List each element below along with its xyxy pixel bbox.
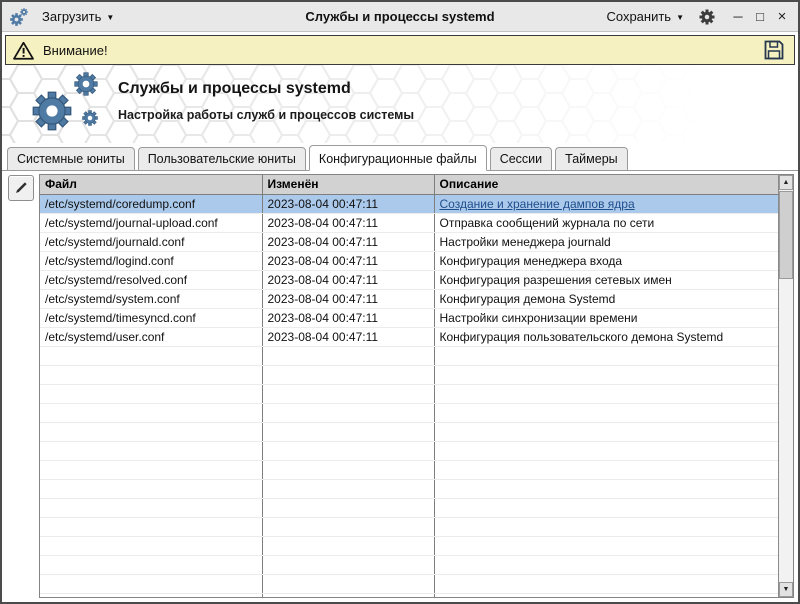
table-row[interactable]: /etc/systemd/system.conf2023-08-04 00:47… <box>40 289 778 308</box>
app-gears-icon <box>8 6 30 28</box>
pencil-icon <box>13 180 29 196</box>
scrollbar-track[interactable] <box>779 190 793 582</box>
page-title: Службы и процессы systemd <box>118 80 414 98</box>
save-button[interactable]: Сохранить ▼ <box>600 6 690 27</box>
table-row-empty <box>40 441 778 460</box>
titlebar-right-group: Сохранить ▼ <box>600 6 792 28</box>
warning-bar: Внимание! <box>5 35 795 65</box>
tab-5[interactable]: Таймеры <box>555 147 628 171</box>
page-subtitle: Настройка работы служб и процессов систе… <box>118 108 414 122</box>
table-row-empty <box>40 365 778 384</box>
table-row-empty <box>40 422 778 441</box>
titlebar-left-group: Загрузить ▼ <box>8 6 120 28</box>
save-button-label: Сохранить <box>606 9 671 24</box>
save-changes-button[interactable] <box>761 37 787 63</box>
table-row-empty <box>40 479 778 498</box>
scroll-down-button[interactable]: ▼ <box>779 582 793 597</box>
scroll-up-button[interactable]: ▲ <box>779 175 793 190</box>
side-toolbar <box>6 174 36 598</box>
vertical-scrollbar[interactable]: ▲ ▼ <box>778 175 793 597</box>
settings-gear-icon[interactable] <box>696 6 718 28</box>
page-header: Службы и процессы systemd Настройка рабо… <box>2 65 798 143</box>
scrollbar-thumb[interactable] <box>779 191 793 279</box>
load-button-label: Загрузить <box>42 9 101 24</box>
close-button[interactable]: × <box>772 7 792 27</box>
table-row-empty <box>40 460 778 479</box>
table-row-empty <box>40 498 778 517</box>
table-row-empty <box>40 555 778 574</box>
config-files-table: ФайлИзменёнОписание /etc/systemd/coredum… <box>39 174 794 598</box>
column-header-2[interactable]: Изменён <box>262 175 434 194</box>
table-row[interactable]: /etc/systemd/timesyncd.conf2023-08-04 00… <box>40 308 778 327</box>
table-header-row: ФайлИзменёнОписание <box>40 175 778 194</box>
app-window: Загрузить ▼ Службы и процессы systemd Со… <box>0 0 800 604</box>
table-row-empty <box>40 536 778 555</box>
edit-button[interactable] <box>8 175 34 201</box>
tab-4[interactable]: Сессии <box>490 147 552 171</box>
titlebar: Загрузить ▼ Службы и процессы systemd Со… <box>2 2 798 32</box>
tab-3[interactable]: Конфигурационные файлы <box>309 145 487 171</box>
maximize-button[interactable]: □ <box>750 7 770 27</box>
table-row[interactable]: /etc/systemd/resolved.conf2023-08-04 00:… <box>40 270 778 289</box>
warning-triangle-icon <box>13 41 34 60</box>
table-row-empty <box>40 384 778 403</box>
column-header-1[interactable]: Файл <box>40 175 262 194</box>
chevron-down-icon: ▼ <box>676 14 684 22</box>
table-row[interactable]: /etc/systemd/logind.conf2023-08-04 00:47… <box>40 251 778 270</box>
window-controls: ─ □ × <box>728 7 792 27</box>
content-area: ФайлИзменёнОписание /etc/systemd/coredum… <box>2 171 798 602</box>
tab-1[interactable]: Системные юниты <box>7 147 135 171</box>
table-row[interactable]: /etc/systemd/user.conf2023-08-04 00:47:1… <box>40 327 778 346</box>
column-header-3[interactable]: Описание <box>434 175 778 194</box>
minimize-button[interactable]: ─ <box>728 7 748 27</box>
table-row[interactable]: /etc/systemd/journal-upload.conf2023-08-… <box>40 213 778 232</box>
hero-text-block: Службы и процессы systemd Настройка рабо… <box>118 80 414 122</box>
load-button[interactable]: Загрузить ▼ <box>36 6 120 27</box>
description-link[interactable]: Создание и хранение дампов ядра <box>440 197 635 211</box>
table-row-empty <box>40 593 778 598</box>
tab-bar: Системные юнитыПользовательские юнитыКон… <box>2 147 798 171</box>
table-row-empty <box>40 517 778 536</box>
tab-2[interactable]: Пользовательские юниты <box>138 147 306 171</box>
table-row[interactable]: /etc/systemd/coredump.conf2023-08-04 00:… <box>40 194 778 213</box>
warning-message: Внимание! <box>43 43 108 58</box>
chevron-down-icon: ▼ <box>106 14 114 22</box>
table-row-empty <box>40 403 778 422</box>
table-row[interactable]: /etc/systemd/journald.conf2023-08-04 00:… <box>40 232 778 251</box>
table-body: /etc/systemd/coredump.conf2023-08-04 00:… <box>40 194 778 598</box>
gears-logo <box>20 68 110 143</box>
table-row-empty <box>40 346 778 365</box>
table-row-empty <box>40 574 778 593</box>
